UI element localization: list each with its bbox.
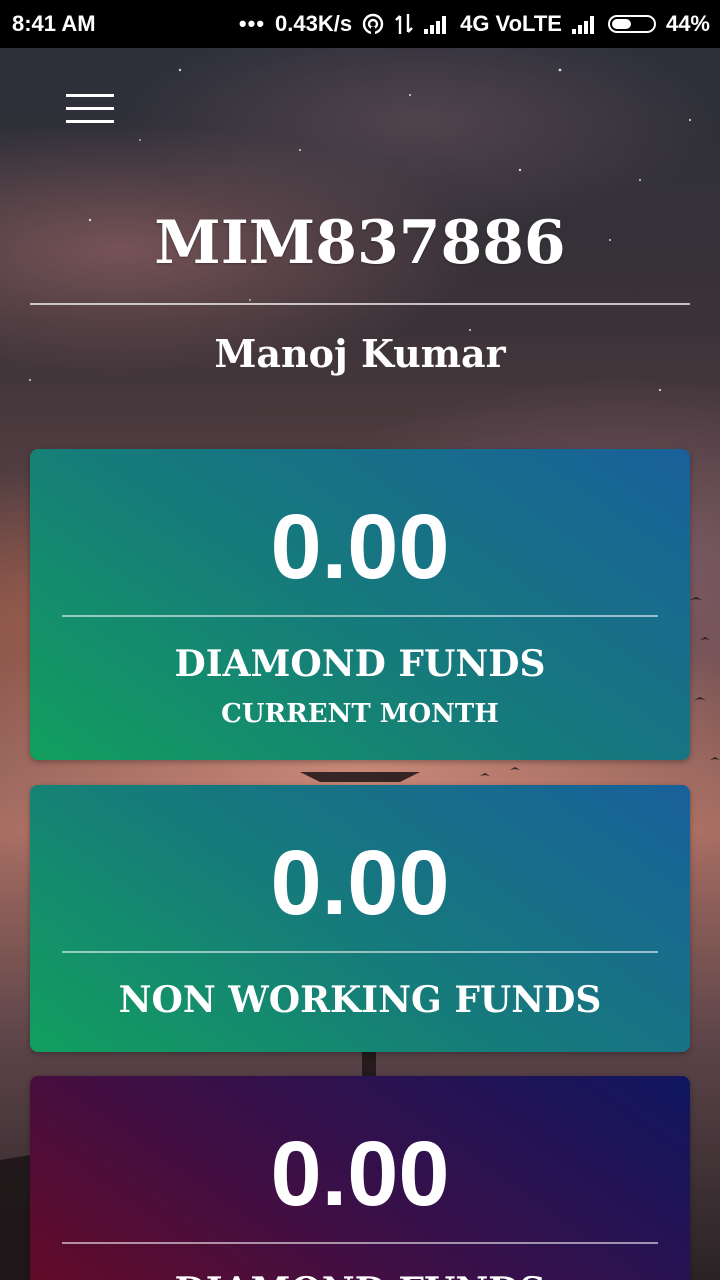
fund-title: NON WORKING FUNDS <box>118 979 602 1021</box>
hamburger-menu-icon[interactable] <box>66 94 114 124</box>
status-indicators: ••• 0.43K/s 4G VoLTE 44% <box>239 11 710 37</box>
network-type: 4G VoLTE <box>460 11 562 36</box>
fund-title: DIAMOND FUNDS <box>30 1270 690 1280</box>
battery-icon <box>607 15 656 33</box>
net-speed: 0.43K/s <box>275 11 353 36</box>
header-divider <box>30 303 690 305</box>
signal-icon <box>424 14 450 34</box>
status-bar: 8:41 AM ••• 0.43K/s 4G VoLTE 44% <box>0 0 720 48</box>
data-arrows-icon <box>395 14 413 34</box>
card-divider <box>62 951 658 953</box>
battery-percent: 44% <box>665 11 710 36</box>
fund-subtitle: CURRENT MONTH <box>221 699 499 729</box>
member-name: Manoj Kumar <box>214 331 506 376</box>
fund-amount: 0.00 <box>270 1123 450 1225</box>
status-time: 8:41 AM <box>12 11 96 36</box>
fund-card-diamond[interactable]: 0.00 DIAMOND FUNDS CURRENT MONTH <box>30 449 690 760</box>
fund-amount: 0.00 <box>270 832 450 934</box>
member-id: MIM837886 <box>154 208 566 278</box>
signal-icon <box>571 14 598 34</box>
card-divider <box>62 1242 658 1244</box>
more-dots: ••• <box>238 11 266 36</box>
card-divider <box>62 615 658 617</box>
fund-title: DIAMOND FUNDS <box>174 643 546 685</box>
hotspot-icon <box>362 13 384 35</box>
app-screen: 8:41 AM ••• 0.43K/s 4G VoLTE 44% MIM8378… <box>0 0 720 1280</box>
fund-card-diamond-2[interactable]: 0.00 DIAMOND FUNDS <box>30 1076 690 1280</box>
fund-card-non-working[interactable]: 0.00 NON WORKING FUNDS <box>30 785 690 1052</box>
fund-amount: 0.00 <box>270 496 450 598</box>
